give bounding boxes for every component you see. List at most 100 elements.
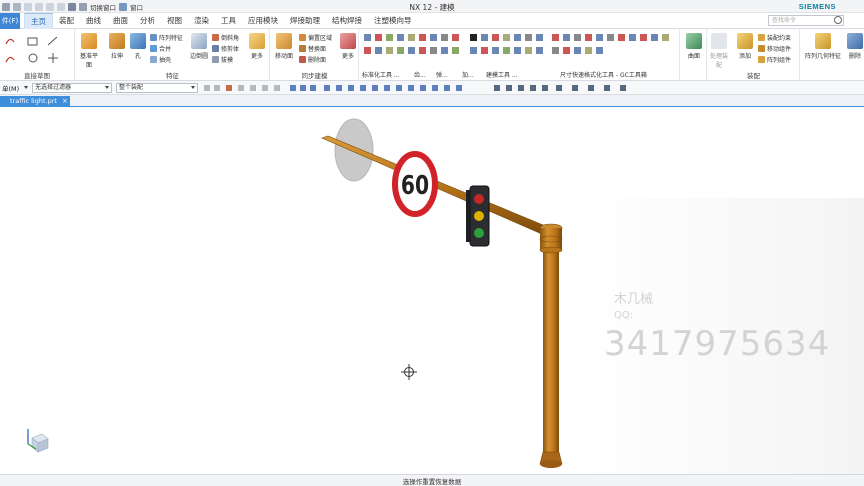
pole-base-plate [540,460,562,468]
group-label-direct-sketch: 直接草图 [24,72,50,80]
pattern-geometry-icon [815,33,831,49]
delete-button[interactable]: 删除 [844,33,864,60]
feature-more-button[interactable]: 更多 [246,33,268,60]
spring-dropdown[interactable]: 弹... [436,69,448,79]
delete-icon [847,33,863,49]
pattern-feature-icon [150,33,157,41]
pattern-geometry-button[interactable]: 阵列几何特征 [803,33,843,60]
sketch-tools-icons[interactable] [4,34,74,68]
search-icon[interactable] [834,16,842,24]
green-light [474,228,484,238]
command-search-input[interactable]: 查找命令 [768,15,844,26]
graphics-viewport[interactable]: 木几械 QQ: 3417975634 60 [0,108,864,474]
chamfer-button[interactable]: 倒斜角 [212,32,239,42]
small-tool-icons[interactable] [362,33,678,73]
selection-scope-select[interactable]: 整个装配 [116,83,198,93]
red-light [474,194,484,204]
document-tab[interactable]: traffic light.prt × [0,96,70,107]
edge-blend-button[interactable]: 边倒圆 [188,33,210,60]
datum-plane-button[interactable]: 基准平面 [78,33,100,69]
tab-structure-welding[interactable]: 结构焊接 [326,13,368,29]
tab-surface[interactable]: 曲面 [107,13,134,29]
selection-filter-select[interactable]: 无选择过滤器 [32,83,112,93]
app-title: NX 12 - 建模 [409,3,455,12]
pattern-feature-button[interactable]: 阵列特征 [150,32,183,42]
speed-limit-value: 60 [401,171,429,201]
tab-mold-wizard[interactable]: 注塑模向导 [368,13,418,29]
traffic-light-model[interactable]: 60 [0,108,864,474]
ribbon-tab-bar: 件(F) 主页 装配 曲线 曲面 分析 视图 渲染 工具 应用模块 焊接助理 结… [0,13,864,29]
close-icon[interactable]: × [62,96,68,107]
process-assembly-button[interactable]: 处理装配 [708,33,730,69]
chamfer-icon [212,33,219,41]
group-label-assembly: 装配 [747,72,760,80]
offset-region-icon [299,33,306,41]
tab-application[interactable]: 应用模块 [242,13,284,29]
unite-icon [150,44,157,52]
yellow-light [474,211,484,221]
move-face-icon [276,33,292,49]
hole-icon [130,33,146,49]
move-component-icon [758,44,765,52]
replace-face-icon [299,44,306,52]
assembly-constraint-icon [758,33,765,41]
delete-face-icon [299,55,306,63]
tab-tools[interactable]: 工具 [215,13,242,29]
tab-assembly[interactable]: 装配 [53,13,80,29]
title-bar: 切换窗口 窗口 NX 12 - 建模 SIEMENS [0,0,864,13]
std-parts-dropdown[interactable]: 标准化工具 ... [362,69,400,79]
unite-button[interactable]: 合并 [150,43,171,53]
group-label-feature: 特征 [166,72,179,80]
status-message: 选操作重置恢复数据 [402,478,462,486]
ribbon: 直接草图 基准平面 拉伸 孔 阵列特征 合并 抽壳 边倒圆 倒斜角 修剪体 拔模… [0,29,864,81]
chevron-down-icon [191,86,195,89]
gc-toolbox-dropdown[interactable]: 尺寸快速格式化工具 - GC工具箱 [560,69,647,79]
shell-icon [150,55,157,63]
tab-render[interactable]: 渲染 [188,13,215,29]
menu-button[interactable]: 单(M) [2,83,19,93]
sync-more-button[interactable]: 更多 [337,33,359,60]
document-tab-label: traffic light.prt [10,97,57,105]
replace-face-button[interactable]: 替换面 [299,43,326,53]
crosshair-cursor-icon [401,364,417,380]
shell-button[interactable]: 抽壳 [150,54,171,64]
group-feature: 基准平面 拉伸 孔 阵列特征 合并 抽壳 边倒圆 倒斜角 修剪体 拔模 更多 特… [76,29,270,81]
snap-tools-icons[interactable] [202,82,632,94]
vertical-pole [543,236,559,460]
tab-welding-assistant[interactable]: 焊接助理 [284,13,326,29]
draft-button[interactable]: 拔模 [212,54,233,64]
group-direct-sketch: 直接草图 [0,29,75,81]
surface-button[interactable]: 曲面 [683,33,705,60]
edge-blend-icon [191,33,207,49]
tab-analysis[interactable]: 分析 [134,13,161,29]
siemens-logo: SIEMENS [798,2,836,11]
tab-view[interactable]: 视图 [161,13,188,29]
tab-home[interactable]: 主页 [24,13,53,29]
pattern-component-icon [758,55,765,63]
pattern-component-button[interactable]: 阵列组件 [758,54,791,64]
tab-curve[interactable]: 曲线 [80,13,107,29]
assembly-constraint-button[interactable]: 装配约束 [758,32,791,42]
extrude-button[interactable]: 拉伸 [106,33,128,60]
more-icon [249,33,265,49]
file-menu-button[interactable]: 件(F) [0,13,20,29]
add-component-icon [737,33,753,49]
view-triad-icon[interactable] [22,426,50,454]
extrude-icon [109,33,125,49]
trim-body-button[interactable]: 修剪体 [212,43,239,53]
selection-toolbar: 单(M) 无选择过滤器 整个装配 [0,81,864,95]
chevron-down-icon [105,86,109,89]
move-component-button[interactable]: 移动组件 [758,43,791,53]
hole-button[interactable]: 孔 [127,33,149,60]
build-tools-dropdown[interactable]: 建模工具 ... [486,69,518,79]
move-face-button[interactable]: 移动面 [273,33,295,60]
group-surface: 曲面 [681,29,707,81]
machining-dropdown[interactable]: 加... [462,69,474,79]
add-component-button[interactable]: 添加 [734,33,756,60]
group-assembly: 处理装配 添加 装配约束 移动组件 阵列组件 装配 [708,29,800,81]
gear-dropdown[interactable]: 齿... [414,69,426,79]
delete-face-button[interactable]: 删除面 [299,54,326,64]
menu-dropdown-icon[interactable] [24,86,28,89]
trim-body-icon [212,44,219,52]
offset-region-button[interactable]: 偏置区域 [299,32,332,42]
